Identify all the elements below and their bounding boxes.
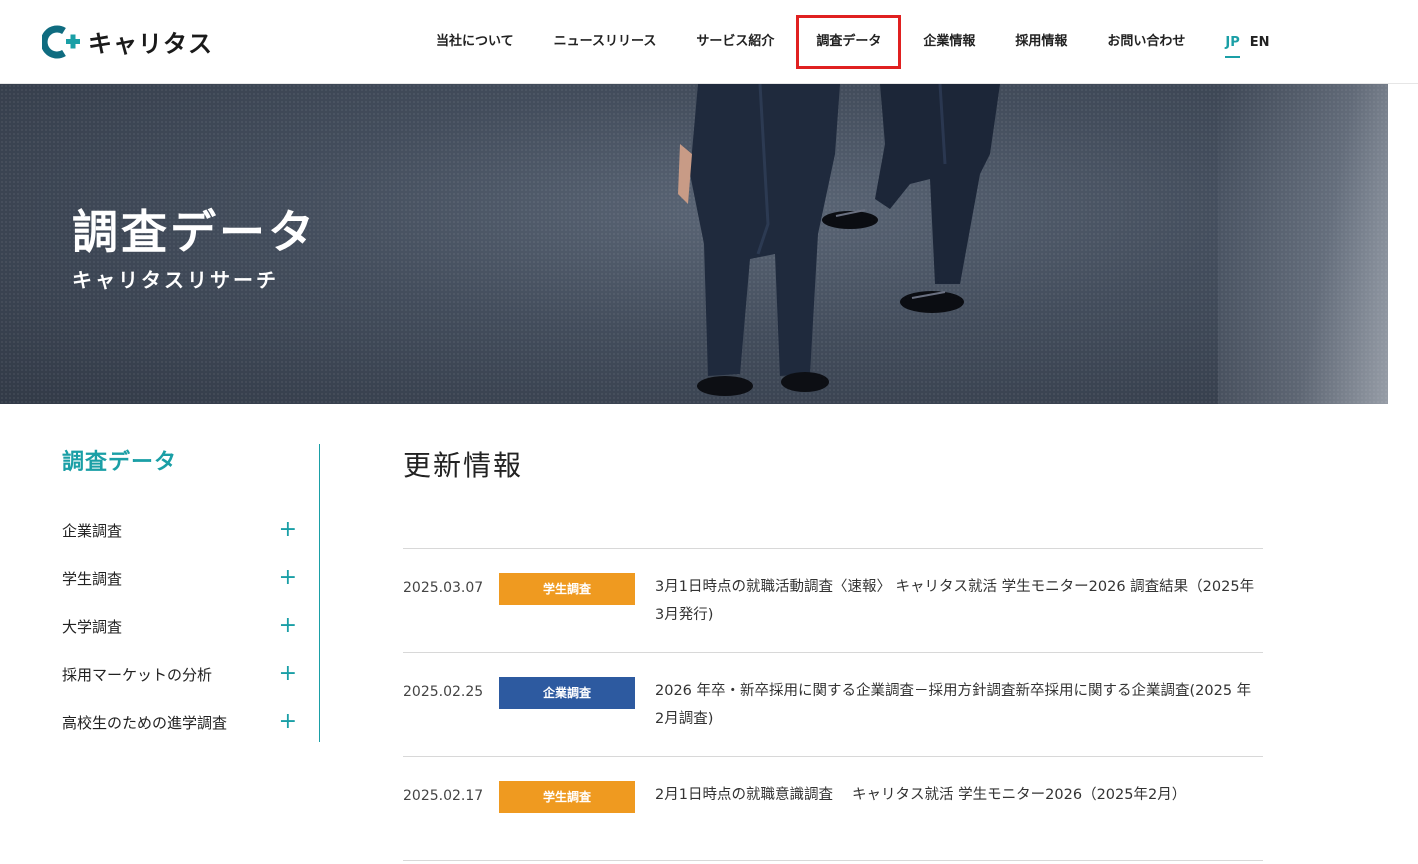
plus-icon[interactable]: + bbox=[279, 567, 297, 589]
nav-item-news-release[interactable]: ニュースリリース bbox=[534, 15, 677, 69]
sidebar-item-highschool-survey[interactable]: 高校生のための進学調査 + bbox=[62, 698, 319, 746]
news-title-link[interactable]: 3月1日時点の就職活動調査〈速報〉 キャリタス就活 学生モニター2026 調査結… bbox=[655, 573, 1263, 629]
plus-icon[interactable]: + bbox=[279, 519, 297, 541]
news-item: 2025.02.25 企業調査 2026 年卒・新卒採用に関する企業調査－採用方… bbox=[403, 653, 1263, 757]
lang-en-link[interactable]: EN bbox=[1250, 35, 1270, 58]
news-date: 2025.02.17 bbox=[403, 788, 484, 804]
page-title: 調査データ bbox=[72, 205, 317, 259]
news-date: 2025.03.07 bbox=[403, 580, 484, 596]
logo-text: キャリタス bbox=[88, 30, 213, 58]
news-list: 2025.03.07 学生調査 3月1日時点の就職活動調査〈速報〉 キャリタス就… bbox=[403, 548, 1263, 861]
sidebar-item-label: 学生調査 bbox=[62, 569, 123, 588]
plus-icon[interactable]: + bbox=[279, 663, 297, 685]
sidebar-item-company-survey[interactable]: 企業調査 + bbox=[62, 506, 319, 554]
news-item: 2025.02.17 学生調査 2月1日時点の就職意識調査 キャリタス就活 学生… bbox=[403, 757, 1263, 861]
news-date: 2025.02.25 bbox=[403, 684, 484, 700]
nav-item-contact[interactable]: お問い合わせ bbox=[1087, 15, 1205, 69]
sidebar-item-label: 企業調査 bbox=[62, 521, 123, 540]
category-badge: 学生調査 bbox=[499, 781, 635, 813]
category-badge: 学生調査 bbox=[499, 573, 635, 605]
nav-item-recruit[interactable]: 採用情報 bbox=[995, 15, 1087, 69]
language-switcher: JP EN bbox=[1225, 27, 1270, 58]
section-title: 更新情報 bbox=[403, 449, 524, 482]
news-title-link[interactable]: 2026 年卒・新卒採用に関する企業調査－採用方針調査新卒採用に関する企業調査(… bbox=[655, 677, 1263, 733]
sidebar-title[interactable]: 調査データ bbox=[62, 444, 319, 476]
sidebar-item-market-analysis[interactable]: 採用マーケットの分析 + bbox=[62, 650, 319, 698]
nav-item-company[interactable]: 企業情報 bbox=[903, 15, 995, 69]
nav-item-services[interactable]: サービス紹介 bbox=[676, 15, 794, 69]
main-nav: 当社について ニュースリリース サービス紹介 調査データ 企業情報 採用情報 お… bbox=[416, 0, 1270, 84]
page-subtitle: キャリタスリサーチ bbox=[72, 268, 279, 292]
sidebar-item-university-survey[interactable]: 大学調査 + bbox=[62, 602, 319, 650]
business-people-photo bbox=[678, 84, 1000, 396]
site-header: キャリタス 当社について ニュースリリース サービス紹介 調査データ 企業情報 … bbox=[0, 0, 1418, 84]
sidebar-item-label: 採用マーケットの分析 bbox=[62, 665, 213, 684]
sidebar: 調査データ 企業調査 + 学生調査 + 大学調査 + 採用マーケットの分析 + … bbox=[62, 444, 320, 742]
sidebar-item-label: 高校生のための進学調査 bbox=[62, 713, 228, 732]
hero-banner: 調査データ キャリタスリサーチ bbox=[0, 84, 1388, 404]
nav-item-research-data[interactable]: 調査データ bbox=[796, 15, 902, 69]
category-badge: 企業調査 bbox=[499, 677, 635, 709]
nav-item-about[interactable]: 当社について bbox=[416, 15, 534, 69]
hero-blur-overlay bbox=[1218, 84, 1388, 404]
sidebar-item-student-survey[interactable]: 学生調査 + bbox=[62, 554, 319, 602]
logo-mark-icon bbox=[40, 25, 84, 59]
plus-icon[interactable]: + bbox=[279, 615, 297, 637]
plus-icon[interactable]: + bbox=[279, 711, 297, 733]
main-content: 更新情報 2025.03.07 学生調査 3月1日時点の就職活動調査〈速報〉 キ… bbox=[403, 444, 1263, 861]
news-title-link[interactable]: 2月1日時点の就職意識調査 キャリタス就活 学生モニター2026（2025年2月… bbox=[655, 781, 1263, 809]
sidebar-item-label: 大学調査 bbox=[62, 617, 123, 636]
lang-jp-link[interactable]: JP bbox=[1225, 35, 1240, 58]
news-item: 2025.03.07 学生調査 3月1日時点の就職活動調査〈速報〉 キャリタス就… bbox=[403, 549, 1263, 653]
brand-logo[interactable]: キャリタス bbox=[40, 24, 213, 59]
